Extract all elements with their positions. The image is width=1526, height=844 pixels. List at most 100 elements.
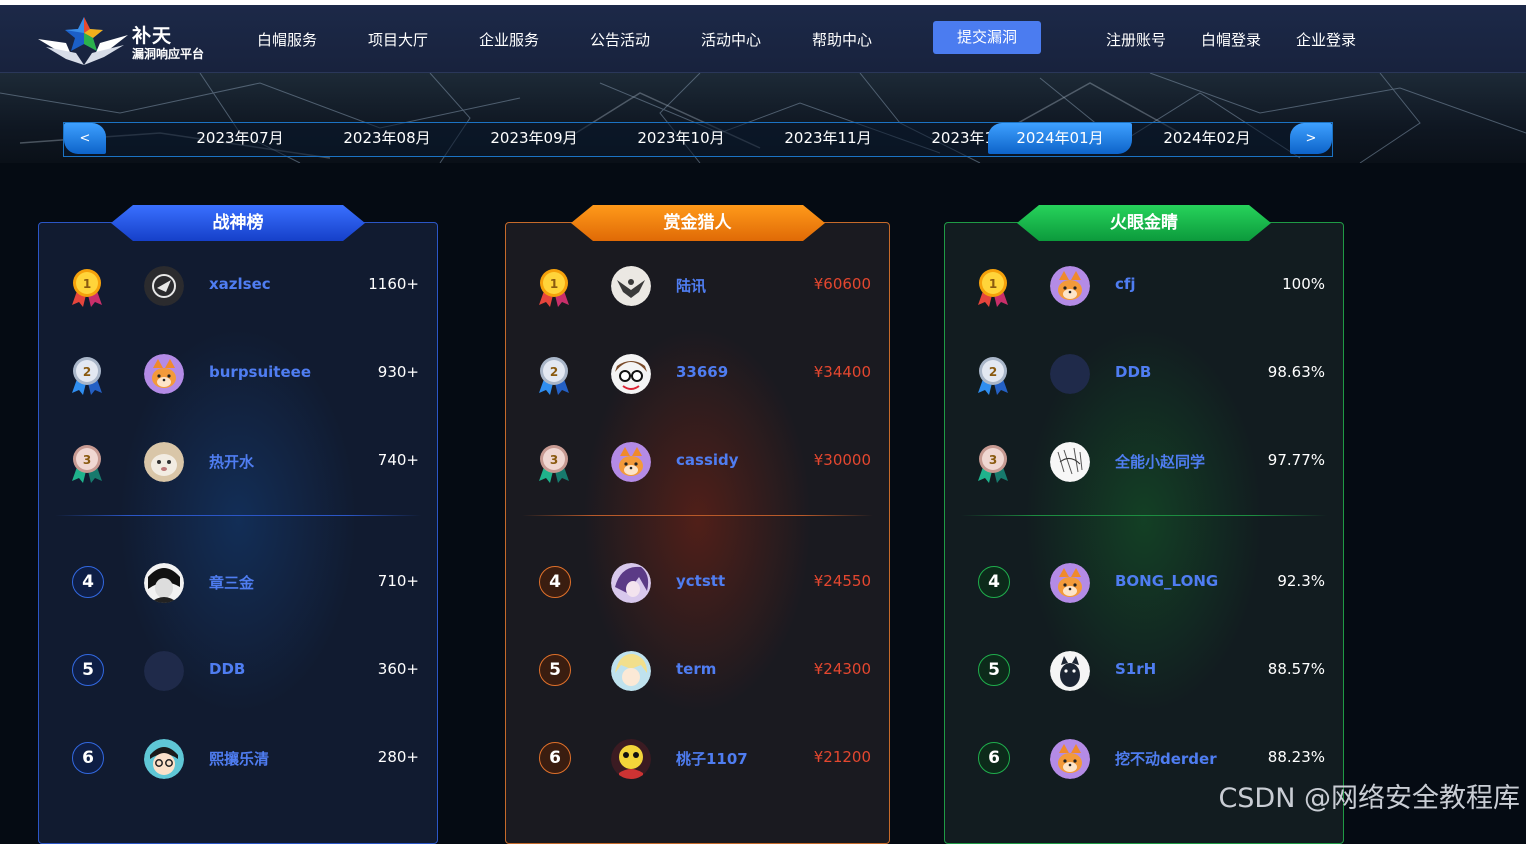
nav-whitehat-service[interactable]: 白帽服务 (257, 29, 317, 50)
username-link[interactable]: DDB (1115, 363, 1151, 381)
username-link[interactable]: 热开水 (209, 451, 254, 472)
nav-help-center[interactable]: 帮助中心 (812, 29, 872, 50)
username-link[interactable]: BONG_LONG (1115, 572, 1218, 590)
leaderboard-row[interactable]: 6 桃子1107 ¥21200 (506, 737, 889, 781)
rank-medal-icon: 2 (975, 355, 1011, 395)
score-value: 88.23% (1267, 748, 1325, 766)
cartoon-boy-avatar[interactable] (144, 739, 184, 779)
score-value: 98.63% (1267, 363, 1325, 381)
podium-divider (961, 515, 1327, 516)
leaderboard-row[interactable]: 6 熙攘乐清 280+ (39, 737, 437, 781)
leaderboard-row[interactable]: 5 DDB 360+ (39, 649, 437, 693)
month-selector: < 2023年07月 2023年08月 2023年09月 2023年10月 20… (63, 122, 1333, 157)
leaderboard-row[interactable]: 6 挖不动derder 88.23% (945, 737, 1343, 781)
leaderboard-row[interactable]: 3 热开水 740+ (39, 440, 437, 484)
fox-avatar[interactable] (1050, 739, 1090, 779)
month-tab[interactable]: 2023年07月 (170, 123, 310, 154)
fox-avatar[interactable] (144, 354, 184, 394)
username-link[interactable]: 全能小赵同学 (1115, 451, 1205, 472)
empty-avatar[interactable] (144, 651, 184, 691)
leaderboard-row[interactable]: 5 term ¥24300 (506, 649, 889, 693)
username-link[interactable]: xazlsec (209, 275, 271, 293)
month-tab[interactable]: 2024年02月 (1137, 123, 1277, 154)
leaderboard-row[interactable]: 2 burpsuiteee 930+ (39, 352, 437, 396)
username-link[interactable]: cfj (1115, 275, 1136, 293)
month-tab-active[interactable]: 2024年01月 (988, 123, 1132, 154)
leaderboard-row[interactable]: 1 陆讯 ¥60600 (506, 264, 889, 308)
username-link[interactable]: DDB (209, 660, 245, 678)
logo-wings-icon (38, 17, 128, 65)
username-link[interactable]: yctstt (676, 572, 725, 590)
month-tab[interactable]: 2023年09月 (464, 123, 604, 154)
anime-purple-avatar[interactable] (611, 563, 651, 603)
username-link[interactable]: 33669 (676, 363, 728, 381)
leaderboard-row[interactable]: 2 DDB 98.63% (945, 352, 1343, 396)
rank-medal-icon: 1 (975, 267, 1011, 307)
leaderboard-row[interactable]: 3 全能小赵同学 97.77% (945, 440, 1343, 484)
leaderboard-row[interactable]: 4 yctstt ¥24550 (506, 561, 889, 605)
black-cat-avatar[interactable] (1050, 651, 1090, 691)
month-tab[interactable]: 2023年10月 (611, 123, 751, 154)
rank-medal-icon: 3 (536, 443, 572, 483)
score-value: ¥21200 (813, 748, 871, 766)
username-link[interactable]: 桃子1107 (676, 748, 748, 769)
rank-number: 6 (72, 742, 104, 774)
nav-announcements[interactable]: 公告活动 (590, 29, 650, 50)
svg-text:3: 3 (989, 453, 997, 467)
fox-avatar[interactable] (611, 442, 651, 482)
logo-title: 补天 (132, 25, 173, 47)
username-link[interactable]: S1rH (1115, 660, 1156, 678)
rank-number: 4 (72, 566, 104, 598)
username-link[interactable]: 章三金 (209, 572, 254, 593)
username-link[interactable]: 陆讯 (676, 275, 706, 296)
month-next-button[interactable]: > (1290, 123, 1332, 154)
rank-number: 5 (978, 654, 1010, 686)
leaderboard-row[interactable]: 4 章三金 710+ (39, 561, 437, 605)
score-value: 97.77% (1267, 451, 1325, 469)
score-value: 88.57% (1267, 660, 1325, 678)
leaderboard-row[interactable]: 1 xazlsec 1160+ (39, 264, 437, 308)
username-link[interactable]: term (676, 660, 716, 678)
anime-blonde-avatar[interactable] (611, 651, 651, 691)
eagle-logo-avatar[interactable] (611, 266, 651, 306)
register-link[interactable]: 注册账号 (1106, 29, 1166, 50)
score-value: ¥30000 (813, 451, 871, 469)
submit-vulnerability-button[interactable]: 提交漏洞 (933, 21, 1041, 54)
svg-text:1: 1 (550, 277, 558, 291)
cartoon-glasses-avatar[interactable] (611, 354, 651, 394)
fox-avatar[interactable] (1050, 563, 1090, 603)
empty-avatar[interactable] (1050, 354, 1090, 394)
bw-portrait-avatar[interactable] (144, 563, 184, 603)
site-header: 补天 漏洞响应平台 白帽服务 项目大厅 企业服务 公告活动 活动中心 帮助中心 … (0, 5, 1526, 73)
cat-photo-avatar[interactable] (144, 442, 184, 482)
cartoon-yellow-avatar[interactable] (611, 739, 651, 779)
leaderboard-title: 赏金猎人 (570, 205, 825, 241)
nav-enterprise-service[interactable]: 企业服务 (479, 29, 539, 50)
nav-project-hall[interactable]: 项目大厅 (368, 29, 428, 50)
leaderboard-row[interactable]: 2 33669 ¥34400 (506, 352, 889, 396)
svg-text:1: 1 (83, 277, 91, 291)
enterprise-login-link[interactable]: 企业登录 (1296, 29, 1356, 50)
leaderboard-row[interactable]: 3 cassidy ¥30000 (506, 440, 889, 484)
leaderboard-row[interactable]: 1 cfj 100% (945, 264, 1343, 308)
username-link[interactable]: cassidy (676, 451, 739, 469)
leaderboard-row[interactable]: 5 S1rH 88.57% (945, 649, 1343, 693)
month-tab[interactable]: 2023年08月 (317, 123, 457, 154)
username-link[interactable]: 熙攘乐清 (209, 748, 269, 769)
leaderboard-title: 火眼金睛 (1017, 205, 1271, 241)
rank-number: 6 (539, 742, 571, 774)
sketch-avatar[interactable] (1050, 442, 1090, 482)
fox-avatar[interactable] (1050, 266, 1090, 306)
month-tab[interactable]: 2023年11月 (758, 123, 898, 154)
rank-medal-icon: 3 (69, 443, 105, 483)
rank-number: 5 (72, 654, 104, 686)
username-link[interactable]: 挖不动derder (1115, 748, 1217, 769)
month-prev-button[interactable]: < (64, 123, 106, 154)
username-link[interactable]: burpsuiteee (209, 363, 311, 381)
site-logo[interactable]: 补天 漏洞响应平台 (36, 13, 226, 65)
dark-logo-avatar[interactable] (144, 266, 184, 306)
leaderboard-title-text: 赏金猎人 (663, 213, 732, 233)
leaderboard-row[interactable]: 4 BONG_LONG 92.3% (945, 561, 1343, 605)
whitehat-login-link[interactable]: 白帽登录 (1201, 29, 1261, 50)
nav-activity-center[interactable]: 活动中心 (701, 29, 761, 50)
